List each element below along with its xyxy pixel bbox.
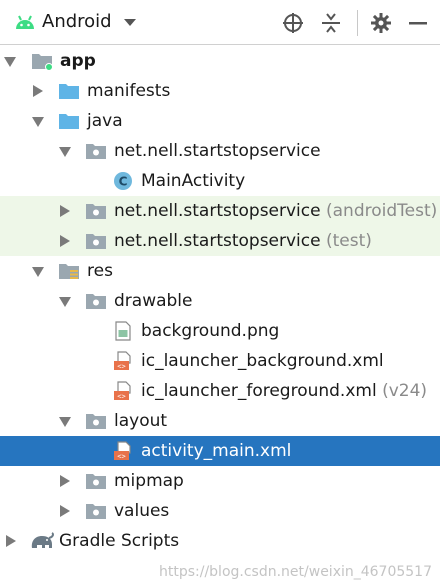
tree-row-layout[interactable]: layout [0, 406, 440, 436]
locate-icon[interactable] [282, 12, 304, 34]
tree-row-package-main[interactable]: net.nell.startstopservice [0, 136, 440, 166]
tree-label-package-android-test: net.nell.startstopservice (androidTest) [114, 201, 438, 221]
image-file-icon [115, 321, 131, 341]
tree-row-background-png[interactable]: background.png [0, 316, 440, 346]
tree-row-mipmap[interactable]: mipmap [0, 466, 440, 496]
folder-icon [86, 504, 106, 519]
chevron-down-icon[interactable] [32, 117, 44, 127]
module-folder-icon [32, 54, 53, 71]
chevron-right-icon[interactable] [60, 205, 70, 217]
collapse-all-icon[interactable] [320, 12, 342, 34]
tree-row-res[interactable]: res [0, 256, 440, 286]
chevron-right-icon[interactable] [60, 235, 70, 247]
package-icon [86, 144, 106, 159]
android-icon [16, 15, 34, 29]
chevron-down-icon[interactable] [59, 147, 71, 157]
xml-file-icon: <> [114, 381, 131, 401]
xml-file-icon: <> [114, 441, 131, 461]
tree-label-mipmap: mipmap [114, 471, 184, 491]
source-set-suffix: (androidTest) [326, 201, 438, 221]
tree-label-main-activity: MainActivity [141, 171, 246, 191]
xml-file-icon: <> [114, 351, 131, 371]
tree-label-app: app [60, 51, 96, 71]
chevron-right-icon[interactable] [6, 535, 16, 547]
chevron-right-icon[interactable] [33, 85, 43, 97]
source-set-suffix: (test) [326, 231, 372, 251]
package-icon [86, 234, 106, 249]
folder-icon [59, 114, 79, 129]
resource-folder-icon [59, 264, 79, 279]
folder-icon [86, 294, 106, 309]
svg-text:C: C [119, 175, 128, 189]
toolbar-separator [357, 10, 358, 36]
tree-label-ic-launcher-foreground: ic_launcher_foreground.xml (v24) [141, 381, 428, 401]
folder-icon [86, 414, 106, 429]
chevron-down-icon[interactable] [4, 57, 16, 67]
tree-label-package-test: net.nell.startstopservice (test) [114, 231, 372, 251]
folder-icon [59, 84, 79, 99]
tree-label-java: java [87, 111, 123, 131]
svg-text:<>: <> [117, 363, 125, 371]
tree-label-background-png: background.png [141, 321, 280, 341]
tree-row-ic-launcher-foreground[interactable]: <> ic_launcher_foreground.xml (v24) [0, 376, 440, 406]
chevron-right-icon[interactable] [60, 505, 70, 517]
class-icon: C [114, 172, 132, 190]
tree-row-activity-main[interactable]: <> activity_main.xml [0, 436, 440, 466]
tree-row-package-android-test[interactable]: net.nell.startstopservice (androidTest) [0, 196, 440, 226]
svg-text:<>: <> [117, 393, 125, 401]
chevron-down-icon[interactable] [59, 297, 71, 307]
tree-row-ic-launcher-background[interactable]: <> ic_launcher_background.xml [0, 346, 440, 376]
project-view-title[interactable]: Android [42, 11, 112, 32]
tree-label-res: res [87, 261, 113, 281]
tree-label-values: values [114, 501, 170, 521]
tree-row-java[interactable]: java [0, 106, 440, 136]
svg-text:<>: <> [117, 453, 125, 461]
tree-label-ic-launcher-background: ic_launcher_background.xml [141, 351, 384, 371]
gradle-elephant-icon [31, 532, 54, 548]
minimize-icon[interactable] [407, 12, 429, 34]
qualifier-suffix: (v24) [382, 381, 428, 401]
watermark-text: https://blog.csdn.net/weixin_46705517 [158, 564, 432, 580]
tree-row-package-test[interactable]: net.nell.startstopservice (test) [0, 226, 440, 256]
tree-row-gradle-scripts[interactable]: Gradle Scripts [0, 526, 440, 556]
tree-label-gradle-scripts: Gradle Scripts [59, 531, 180, 551]
tree-label-package: net.nell.startstopservice [114, 141, 321, 161]
dropdown-icon[interactable] [124, 19, 136, 26]
chevron-right-icon[interactable] [60, 475, 70, 487]
tree-label-layout: layout [114, 411, 168, 431]
chevron-down-icon[interactable] [32, 267, 44, 277]
tree-label-drawable: drawable [114, 291, 193, 311]
package-icon [86, 204, 106, 219]
tree-row-main-activity[interactable]: C MainActivity [0, 166, 440, 196]
chevron-down-icon[interactable] [59, 417, 71, 427]
project-toolbar: Android [0, 0, 440, 45]
tree-row-drawable[interactable]: drawable [0, 286, 440, 316]
tree-row-app[interactable]: app [0, 46, 440, 76]
tree-row-values[interactable]: values [0, 496, 440, 526]
tree-label-manifests: manifests [87, 81, 171, 101]
settings-icon[interactable] [370, 12, 392, 34]
folder-icon [86, 474, 106, 489]
tree-label-activity-main: activity_main.xml [141, 441, 292, 461]
tree-row-manifests[interactable]: manifests [0, 76, 440, 106]
